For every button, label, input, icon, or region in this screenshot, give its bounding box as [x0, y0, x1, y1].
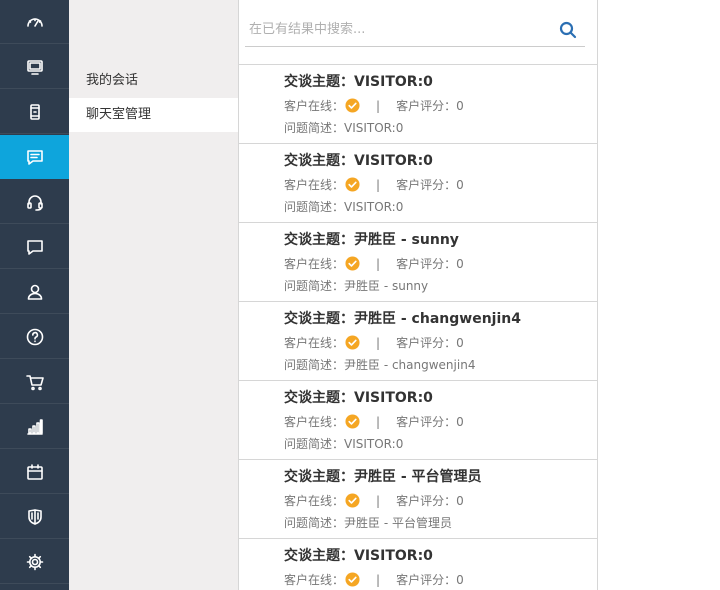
- shield-icon: [25, 507, 45, 527]
- rating-text: 客户评分：0: [396, 257, 464, 271]
- conversation-item[interactable]: 交谈主题：尹胜臣 - changwenjin4 客户在线： | 客户评分：0 问题简述：…: [239, 302, 597, 381]
- nav-rail-item[interactable]: [0, 315, 69, 359]
- meta-separator: |: [376, 493, 381, 508]
- help-icon: [25, 327, 45, 347]
- meta-separator: |: [376, 335, 381, 350]
- dashboard-icon: [25, 12, 45, 32]
- user-icon: [25, 282, 45, 302]
- conversation-title: 交谈主题：尹胜臣 - 平台管理员: [284, 469, 482, 485]
- nav-rail-item[interactable]: [0, 360, 69, 404]
- calendar-icon: [25, 462, 45, 482]
- online-label: 客户在线：: [284, 494, 345, 508]
- conversation-meta: 客户在线： | 客户评分：0: [284, 413, 464, 430]
- conversation-meta: 客户在线： | 客户评分：0: [284, 97, 464, 114]
- conversation-desc: 问题简述：尹胜臣 - changwenjin4: [284, 358, 476, 372]
- online-label: 客户在线：: [284, 415, 345, 429]
- meta-separator: |: [376, 256, 381, 271]
- nav-rail-item[interactable]: [0, 0, 69, 44]
- sub-nav-item[interactable]: 聊天室管理: [69, 98, 238, 132]
- meta-separator: |: [376, 98, 381, 113]
- rating-text: 客户评分：0: [396, 415, 464, 429]
- nav-rail-item[interactable]: [0, 90, 69, 134]
- search-bar: [245, 11, 585, 47]
- search-icon[interactable]: [559, 21, 577, 39]
- message-bubble-icon: [25, 237, 45, 257]
- conversation-title: 交谈主题：尹胜臣 - changwenjin4: [284, 311, 521, 327]
- conversation-desc: 问题简述：VISITOR:0: [284, 121, 404, 135]
- meta-separator: |: [376, 572, 381, 587]
- mobile-icon: [25, 102, 45, 122]
- online-check-icon: [345, 493, 360, 508]
- nav-rail-item[interactable]: [0, 405, 69, 449]
- online-check-icon: [345, 98, 360, 113]
- conversation-title: 交谈主题：VISITOR:0: [284, 74, 433, 90]
- search-input[interactable]: [245, 17, 553, 41]
- nav-rail-item[interactable]: [0, 450, 69, 494]
- online-check-icon: [345, 335, 360, 350]
- conversation-meta: 客户在线： | 客户评分：0: [284, 492, 464, 509]
- nav-rail-item[interactable]: [0, 225, 69, 269]
- gear-icon: [25, 552, 45, 572]
- online-check-icon: [345, 256, 360, 271]
- meta-separator: |: [376, 414, 381, 429]
- rating-text: 客户评分：0: [396, 573, 464, 587]
- conversation-meta: 客户在线： | 客户评分：0: [284, 571, 464, 588]
- conversation-item[interactable]: 交谈主题：VISITOR:0 客户在线： | 客户评分：0 问题简述：VISITOR:0: [239, 65, 597, 144]
- nav-rail-item[interactable]: [0, 270, 69, 314]
- conversation-meta: 客户在线： | 客户评分：0: [284, 176, 464, 193]
- bar-chart-icon: [25, 417, 45, 437]
- conversation-title: 交谈主题：VISITOR:0: [284, 548, 433, 564]
- conversation-desc: 问题简述：尹胜臣 - 平台管理员: [284, 516, 452, 530]
- conversation-item[interactable]: 交谈主题：VISITOR:0 客户在线： | 客户评分：0 问题简述：VISITOR:0: [239, 381, 597, 460]
- online-label: 客户在线：: [284, 178, 345, 192]
- nav-rail-item[interactable]: [0, 135, 69, 179]
- conversation-item[interactable]: 交谈主题：VISITOR:0 客户在线： | 客户评分：0: [239, 539, 597, 590]
- online-label: 客户在线：: [284, 257, 345, 271]
- rating-text: 客户评分：0: [396, 494, 464, 508]
- conversation-title: 交谈主题：尹胜臣 - sunny: [284, 232, 459, 248]
- nav-rail-item[interactable]: [0, 540, 69, 584]
- rating-text: 客户评分：0: [396, 178, 464, 192]
- conversation-item[interactable]: 交谈主题：VISITOR:0 客户在线： | 客户评分：0 问题简述：VISITOR:0: [239, 144, 597, 223]
- conversation-title: 交谈主题：VISITOR:0: [284, 390, 433, 406]
- nav-rail-item[interactable]: [0, 495, 69, 539]
- conversation-desc: 问题简述：VISITOR:0: [284, 200, 404, 214]
- sub-nav-panel: 我的会话 聊天室管理: [69, 0, 238, 590]
- nav-rail: [0, 0, 69, 590]
- nav-rail-item[interactable]: [0, 45, 69, 89]
- conversation-meta: 客户在线： | 客户评分：0: [284, 255, 464, 272]
- conversation-desc: 问题简述：尹胜臣 - sunny: [284, 279, 429, 293]
- meta-separator: |: [376, 177, 381, 192]
- chat-list-icon: [25, 147, 45, 167]
- conversation-list: 交谈主题：VISITOR:0 客户在线： | 客户评分：0 问题简述：VISITOR:0…: [239, 64, 597, 590]
- online-label: 客户在线：: [284, 573, 345, 587]
- online-check-icon: [345, 414, 360, 429]
- conversation-desc: 问题简述：VISITOR:0: [284, 437, 404, 451]
- online-check-icon: [345, 177, 360, 192]
- headset-icon: [25, 192, 45, 212]
- cart-icon: [25, 372, 45, 392]
- conversation-title: 交谈主题：VISITOR:0: [284, 153, 433, 169]
- online-label: 客户在线：: [284, 99, 345, 113]
- nav-rail-item[interactable]: [0, 180, 69, 224]
- monitor-icon: [25, 57, 45, 77]
- sub-nav-item[interactable]: 我的会话: [69, 64, 238, 98]
- conversation-item[interactable]: 交谈主题：尹胜臣 - 平台管理员 客户在线： | 客户评分：0 问题简述：尹胜臣 - 平…: [239, 460, 597, 539]
- conversation-item[interactable]: 交谈主题：尹胜臣 - sunny 客户在线： | 客户评分：0 问题简述：尹胜臣 - s…: [239, 223, 597, 302]
- rating-text: 客户评分：0: [396, 336, 464, 350]
- conversation-meta: 客户在线： | 客户评分：0: [284, 334, 464, 351]
- online-check-icon: [345, 572, 360, 587]
- rating-text: 客户评分：0: [396, 99, 464, 113]
- online-label: 客户在线：: [284, 336, 345, 350]
- conversation-list-pane: 交谈主题：VISITOR:0 客户在线： | 客户评分：0 问题简述：VISITOR:0…: [238, 0, 598, 590]
